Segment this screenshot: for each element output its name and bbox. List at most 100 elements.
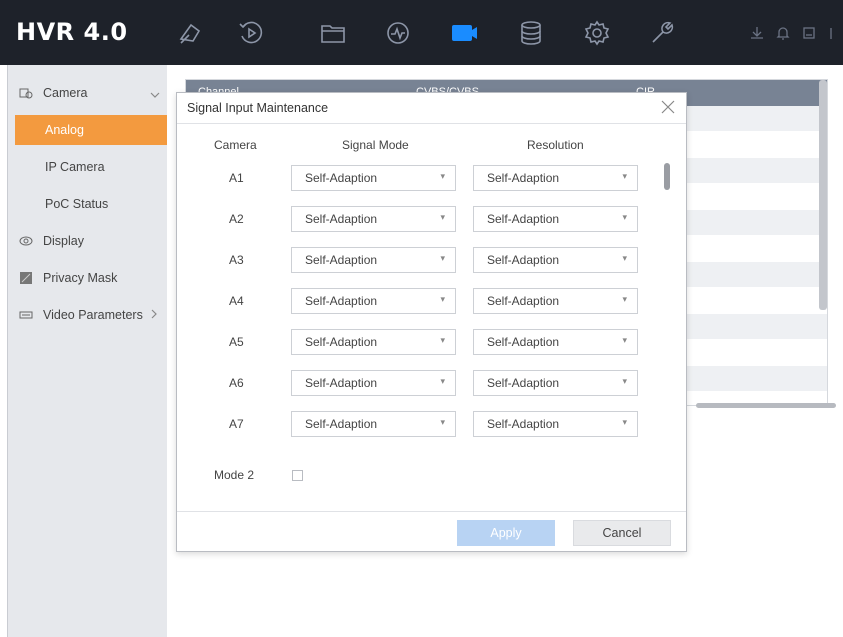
column-header-resolution: Resolution — [527, 138, 584, 152]
mode2-label: Mode 2 — [214, 468, 255, 482]
video-parameters-icon — [18, 308, 34, 322]
divider — [177, 511, 686, 512]
resolution-select[interactable]: Self-Adaption ▾ — [473, 206, 638, 232]
resolution-select[interactable]: Self-Adaption ▾ — [473, 165, 638, 191]
chevron-down-icon: ▾ — [440, 212, 445, 222]
sidebar-item-label: Display — [43, 234, 84, 248]
bell-icon[interactable] — [775, 25, 791, 41]
select-value: Self-Adaption — [305, 376, 378, 390]
sidebar-item-video-parameters[interactable]: Video Parameters — [8, 300, 168, 330]
sidebar-item-privacy-mask[interactable]: Privacy Mask — [8, 263, 168, 293]
alarm-icon[interactable] — [801, 25, 817, 41]
chevron-down-icon: ▾ — [440, 417, 445, 427]
chevron-down-icon: ▾ — [622, 253, 627, 263]
signal-mode-select[interactable]: Self-Adaption ▾ — [291, 288, 456, 314]
sidebar-item-display[interactable]: Display — [8, 226, 168, 256]
sidebar-item-camera[interactable]: Camera — [8, 78, 168, 108]
top-bar: HVR 4.0 — [0, 0, 843, 65]
mode2-checkbox[interactable] — [292, 470, 303, 481]
chevron-down-icon: ▾ — [622, 376, 627, 386]
chevron-down-icon: ▾ — [440, 171, 445, 181]
cancel-button[interactable]: Cancel — [573, 520, 671, 546]
power-icon[interactable] — [827, 25, 843, 41]
dialog-scrollbar[interactable] — [664, 163, 670, 190]
file-icon[interactable] — [318, 18, 348, 48]
select-value: Self-Adaption — [487, 253, 560, 267]
sidebar: Camera Analog IP Camera PoC Status Displ… — [7, 65, 170, 637]
chevron-down-icon: ▾ — [622, 335, 627, 345]
sidebar-item-ip-camera[interactable]: IP Camera — [8, 152, 168, 182]
resolution-select[interactable]: Self-Adaption ▾ — [473, 329, 638, 355]
select-value: Self-Adaption — [305, 253, 378, 267]
camera-label: A5 — [229, 335, 244, 349]
maintenance-icon[interactable] — [647, 18, 677, 48]
signal-mode-select[interactable]: Self-Adaption ▾ — [291, 206, 456, 232]
chevron-down-icon — [150, 87, 160, 101]
privacy-mask-icon — [18, 271, 34, 285]
select-value: Self-Adaption — [487, 335, 560, 349]
resolution-select[interactable]: Self-Adaption ▾ — [473, 247, 638, 273]
table-horizontal-scrollbar[interactable] — [696, 403, 836, 408]
select-value: Self-Adaption — [487, 171, 560, 185]
chevron-down-icon: ▾ — [622, 294, 627, 304]
sidebar-item-label: Analog — [45, 123, 84, 137]
chevron-down-icon: ▾ — [440, 376, 445, 386]
sidebar-item-label: Video Parameters — [43, 308, 143, 322]
dialog-title: Signal Input Maintenance — [187, 101, 329, 115]
signal-mode-select[interactable]: Self-Adaption ▾ — [291, 329, 456, 355]
chevron-right-icon — [151, 308, 157, 322]
chevron-down-icon: ▾ — [440, 335, 445, 345]
sidebar-item-label: IP Camera — [45, 160, 105, 174]
app-logo: HVR 4.0 — [16, 18, 128, 46]
chevron-down-icon: ▾ — [440, 253, 445, 263]
storage-icon[interactable] — [516, 18, 546, 48]
chevron-down-icon: ▾ — [622, 417, 627, 427]
camera-icon — [18, 86, 34, 100]
select-value: Self-Adaption — [305, 417, 378, 431]
system-icons — [749, 24, 843, 42]
select-value: Self-Adaption — [487, 212, 560, 226]
sidebar-item-poc-status[interactable]: PoC Status — [8, 189, 168, 219]
camera-icon[interactable] — [449, 18, 479, 48]
select-value: Self-Adaption — [305, 294, 378, 308]
column-header-signal-mode: Signal Mode — [342, 138, 409, 152]
signal-mode-select[interactable]: Self-Adaption ▾ — [291, 411, 456, 437]
select-value: Self-Adaption — [305, 171, 378, 185]
sidebar-item-analog[interactable]: Analog — [15, 115, 170, 145]
live-view-icon[interactable] — [176, 18, 206, 48]
chevron-down-icon: ▾ — [622, 212, 627, 222]
close-icon — [661, 100, 675, 114]
resolution-select[interactable]: Self-Adaption ▾ — [473, 411, 638, 437]
camera-label: A3 — [229, 253, 244, 267]
camera-label: A2 — [229, 212, 244, 226]
divider — [177, 123, 686, 124]
select-value: Self-Adaption — [305, 335, 378, 349]
camera-label: A1 — [229, 171, 244, 185]
select-value: Self-Adaption — [487, 294, 560, 308]
signal-input-maintenance-dialog: Signal Input Maintenance Camera Signal M… — [176, 92, 687, 552]
chevron-down-icon: ▾ — [440, 294, 445, 304]
signal-mode-select[interactable]: Self-Adaption ▾ — [291, 370, 456, 396]
signal-mode-select[interactable]: Self-Adaption ▾ — [291, 165, 456, 191]
select-value: Self-Adaption — [305, 212, 378, 226]
smart-icon[interactable] — [383, 18, 413, 48]
resolution-select[interactable]: Self-Adaption ▾ — [473, 370, 638, 396]
sidebar-item-label: PoC Status — [45, 197, 109, 211]
camera-label: A7 — [229, 417, 244, 431]
close-button[interactable] — [658, 97, 678, 117]
camera-label: A6 — [229, 376, 244, 390]
apply-button[interactable]: Apply — [457, 520, 555, 546]
camera-label: A4 — [229, 294, 244, 308]
display-icon — [18, 234, 34, 248]
resolution-select[interactable]: Self-Adaption ▾ — [473, 288, 638, 314]
table-scrollbar[interactable] — [819, 80, 827, 310]
settings-icon[interactable] — [582, 18, 612, 48]
select-value: Self-Adaption — [487, 376, 560, 390]
chevron-down-icon: ▾ — [622, 171, 627, 181]
select-value: Self-Adaption — [487, 417, 560, 431]
sidebar-item-label: Privacy Mask — [43, 271, 118, 285]
sidebar-item-label: Camera — [43, 86, 88, 100]
playback-icon[interactable] — [236, 18, 266, 48]
signal-mode-select[interactable]: Self-Adaption ▾ — [291, 247, 456, 273]
download-icon[interactable] — [749, 25, 765, 41]
